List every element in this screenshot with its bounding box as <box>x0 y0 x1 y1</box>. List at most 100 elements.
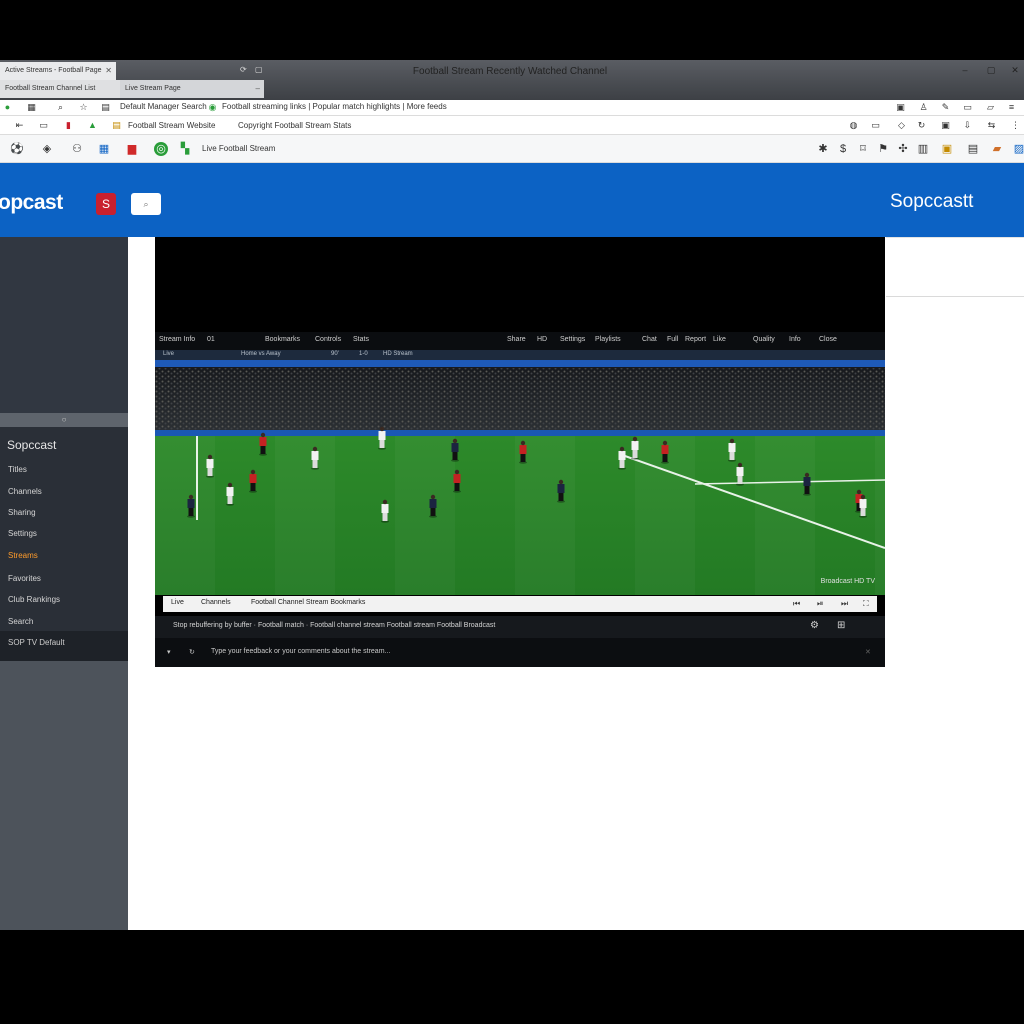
star-icon[interactable]: ☆ <box>78 102 89 113</box>
next-icon[interactable]: ⏭ <box>841 599 848 609</box>
player-tool-right-4[interactable]: Chat <box>642 336 657 343</box>
browser-tab-active[interactable]: Active Streams - Football Page ✕ <box>0 62 116 80</box>
shield-icon[interactable]: ◈ <box>40 142 54 156</box>
search-input[interactable]: ⌕ <box>131 193 161 215</box>
channels-link[interactable]: Channels <box>201 599 231 606</box>
site-logo[interactable]: opcast <box>0 191 63 215</box>
window-icon[interactable]: ▤ <box>966 142 980 156</box>
folder-icon[interactable]: ▰ <box>990 142 1004 156</box>
address-text[interactable]: Football Stream Website <box>128 121 215 130</box>
player-tool-2[interactable]: Bookmarks <box>265 336 300 343</box>
sidebar-item-titles[interactable]: Titles <box>8 465 27 474</box>
download-icon[interactable]: ⇩ <box>962 120 973 131</box>
extension-icon[interactable]: ▲ <box>87 120 98 131</box>
video-player[interactable]: Stream Info 01 Bookmarks Controls Stats Share… <box>155 237 885 667</box>
play-pause-icon[interactable]: ⏯ <box>817 599 823 609</box>
browser-tab[interactable]: Live Stream Page – <box>120 80 264 98</box>
live-label[interactable]: Live <box>171 599 184 606</box>
soccer-ball-icon[interactable]: ⚽ <box>10 142 24 156</box>
player-tool-right-10[interactable]: Close <box>819 336 837 343</box>
refresh-icon[interactable]: ↻ <box>916 120 927 131</box>
box-icon[interactable]: ▣ <box>940 142 954 156</box>
player-tool-right-7[interactable]: Like <box>713 336 726 343</box>
chart-icon[interactable]: ▥ <box>916 142 930 156</box>
sidebar-item-channels[interactable]: Channels <box>8 487 42 496</box>
cast-icon[interactable]: ▣ <box>895 102 906 113</box>
image-icon[interactable]: ▨ <box>1012 142 1024 156</box>
stream-title[interactable]: Football Channel Stream Bookmarks <box>251 599 365 606</box>
sidebar-item-search[interactable]: Search <box>8 617 33 626</box>
pen-icon[interactable]: ✎ <box>940 102 951 113</box>
user-icon[interactable]: ♙ <box>918 102 929 113</box>
player-tool-0[interactable]: Stream Info <box>159 336 195 343</box>
close-icon[interactable]: ✕ <box>865 648 871 656</box>
gift-icon[interactable]: ✱ <box>816 142 830 156</box>
dollar-icon[interactable]: $ <box>836 142 850 156</box>
shield-outline-icon[interactable]: ◇ <box>896 120 907 131</box>
window-icon[interactable]: ▣ <box>940 120 951 131</box>
sync-icon[interactable]: ⇆ <box>986 120 997 131</box>
chat-input[interactable]: Type your feedback or your comments abou… <box>211 648 390 655</box>
player-tool-right-3[interactable]: Playlists <box>595 336 621 343</box>
close-button[interactable]: ✕ <box>1008 64 1022 76</box>
settings-icon[interactable]: ⚙ <box>810 620 819 631</box>
address-text-secondary[interactable]: Copyright Football Stream Stats <box>238 121 351 130</box>
player-tool-right-8[interactable]: Quality <box>753 336 775 343</box>
sidebar-footer[interactable]: SOP TV Default <box>0 631 128 661</box>
player-tool-right-0[interactable]: Share <box>507 336 526 343</box>
search-icon[interactable]: ⌕ <box>55 102 66 113</box>
fullscreen-icon[interactable]: ⛶ <box>863 599 869 609</box>
forward-icon[interactable]: ▭ <box>38 120 49 131</box>
more-icon[interactable]: ⋮ <box>1010 120 1021 131</box>
minimize-button[interactable]: – <box>958 64 972 76</box>
globe-icon[interactable]: ◉ <box>207 102 218 113</box>
player-tool-right-9[interactable]: Info <box>789 336 801 343</box>
sidebar-item-settings[interactable]: Settings <box>8 529 37 538</box>
video-frame[interactable] <box>155 360 885 595</box>
player-tool-right-1[interactable]: HD <box>537 336 547 343</box>
shield-icon[interactable]: ▮ <box>63 120 74 131</box>
badge-icon[interactable]: S <box>96 193 116 215</box>
page-icon[interactable]: ▤ <box>100 102 111 113</box>
back-icon[interactable]: ⇤ <box>14 120 25 131</box>
layout-icon[interactable]: ⊞ <box>837 620 845 631</box>
close-icon[interactable]: ✕ <box>105 62 112 80</box>
prev-icon[interactable]: ⏮ <box>793 599 800 609</box>
chart-icon[interactable]: ▚ <box>178 142 192 156</box>
chat-icon[interactable]: ▱ <box>985 102 996 113</box>
refresh-icon[interactable]: ↻ <box>189 648 195 656</box>
dropdown-icon[interactable]: ▾ <box>167 648 171 656</box>
globe-icon[interactable]: ◎ <box>154 142 168 156</box>
player-tool-right-5[interactable]: Full <box>667 336 678 343</box>
shield-icon[interactable]: ● <box>2 102 13 113</box>
tag-icon[interactable]: ⌑ <box>856 142 870 156</box>
sidebar-item-club-rankings[interactable]: Club Rankings <box>8 595 60 604</box>
bookmark-link[interactable]: Football streaming links | Popular match… <box>222 102 447 111</box>
film-icon[interactable]: ▆ <box>125 142 139 156</box>
screen-icon[interactable]: ▭ <box>962 102 973 113</box>
tool-icon[interactable]: ✣ <box>896 142 910 156</box>
reload-icon[interactable]: ⟳ <box>240 65 247 74</box>
grid-icon[interactable]: ▦ <box>26 102 37 113</box>
people-icon[interactable]: ⚇ <box>70 142 84 156</box>
sidebar-item-favorites[interactable]: Favorites <box>8 574 41 583</box>
close-icon[interactable]: – <box>256 80 260 98</box>
info-icon[interactable]: ◍ <box>848 120 859 131</box>
sidebar-item-sharing[interactable]: Sharing <box>8 508 36 517</box>
window-icon[interactable]: ▢ <box>255 65 263 74</box>
site-logo-right[interactable]: Sopccastt <box>890 191 973 213</box>
browser-tab[interactable]: Football Stream Channel List <box>0 80 120 98</box>
player-tool-3[interactable]: Controls <box>315 336 341 343</box>
restore-button[interactable]: ▢ <box>984 64 998 76</box>
menu-icon[interactable]: ≡ <box>1006 102 1017 113</box>
calendar-icon[interactable]: ▦ <box>97 142 111 156</box>
folder-icon[interactable]: ▤ <box>111 120 122 131</box>
bookmark-link[interactable]: Default Manager Search <box>120 102 207 111</box>
player-tool-1[interactable]: 01 <box>207 336 215 343</box>
nav-label[interactable]: Live Football Stream <box>202 144 275 153</box>
tab-icon[interactable]: ▭ <box>870 120 881 131</box>
sidebar-item-streams[interactable]: Streams <box>8 551 38 560</box>
player-tool-4[interactable]: Stats <box>353 336 369 343</box>
player-tool-right-2[interactable]: Settings <box>560 336 585 343</box>
player-tool-right-6[interactable]: Report <box>685 336 706 343</box>
